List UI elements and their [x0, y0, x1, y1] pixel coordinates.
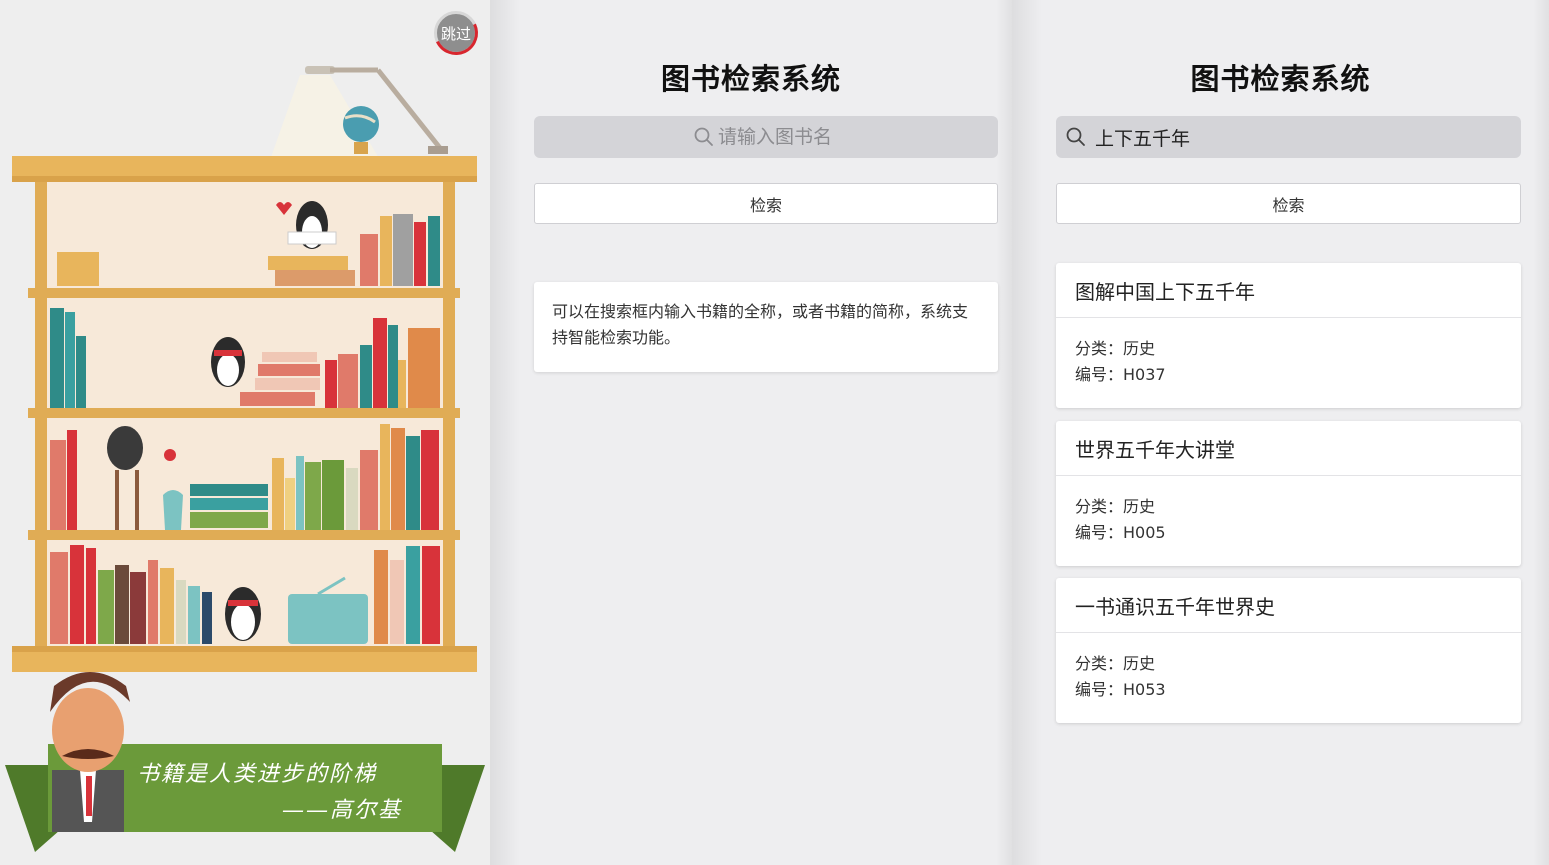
skip-label: 跳过 [440, 24, 471, 43]
search-bar[interactable] [1056, 116, 1521, 158]
result-card[interactable]: 一书通识五千年世界史 分类：历史 编号：H053 [1056, 578, 1521, 723]
search-icon [694, 127, 713, 146]
result-category: 分类：历史 [1075, 654, 1156, 673]
search-bar[interactable] [534, 116, 998, 158]
result-category: 分类：历史 [1075, 497, 1156, 516]
search-screen-empty: 图书检索系统 检索 可以在搜索框内输入书籍的全称，或者书籍的简称，系统支持智能检… [490, 0, 1012, 865]
splash-screen: 跳过 书籍是人类进步的阶梯 ——高尔基 [0, 0, 490, 865]
search-input[interactable] [714, 116, 998, 158]
panel-divider-shadow [1012, 0, 1042, 865]
panel-divider-shadow [996, 0, 1012, 865]
quote-text: 书籍是人类进步的阶梯 [137, 762, 378, 787]
search-hint-card: 可以在搜索框内输入书籍的全称，或者书籍的简称，系统支持智能检索功能。 [534, 282, 998, 372]
panel-divider-shadow [1533, 0, 1549, 865]
search-icon [1066, 127, 1085, 146]
page-title: 图书检索系统 [1190, 62, 1371, 96]
search-button[interactable]: 检索 [534, 183, 998, 224]
result-category: 分类：历史 [1075, 339, 1156, 358]
result-card[interactable]: 图解中国上下五千年 分类：历史 编号：H037 [1056, 263, 1521, 408]
penguin-icon [211, 337, 245, 387]
result-code: 编号：H053 [1075, 680, 1166, 699]
search-hint-text: 可以在搜索框内输入书籍的全称，或者书籍的简称，系统支持智能检索功能。 [552, 302, 969, 347]
quote-author: ——高尔基 [282, 798, 403, 823]
bookshelf-illustration [5, 66, 485, 852]
search-screen-results: 图书检索系统 检索 图解中国上下五千年 分类：历史 编号：H037 世界五千年大… [1012, 0, 1549, 865]
portrait-icon [50, 672, 130, 832]
panel-divider-shadow [490, 0, 520, 865]
search-input[interactable] [1086, 116, 1521, 158]
search-button[interactable]: 检索 [1056, 183, 1521, 224]
result-title: 一书通识五千年世界史 [1056, 578, 1521, 633]
result-title: 世界五千年大讲堂 [1056, 421, 1521, 476]
page-title: 图书检索系统 [660, 62, 841, 96]
result-code: 编号：H037 [1075, 365, 1166, 384]
skip-button[interactable]: 跳过 [434, 11, 478, 55]
result-title: 图解中国上下五千年 [1056, 263, 1521, 318]
result-card[interactable]: 世界五千年大讲堂 分类：历史 编号：H005 [1056, 421, 1521, 566]
result-code: 编号：H005 [1075, 523, 1166, 542]
penguin-icon [225, 587, 261, 641]
